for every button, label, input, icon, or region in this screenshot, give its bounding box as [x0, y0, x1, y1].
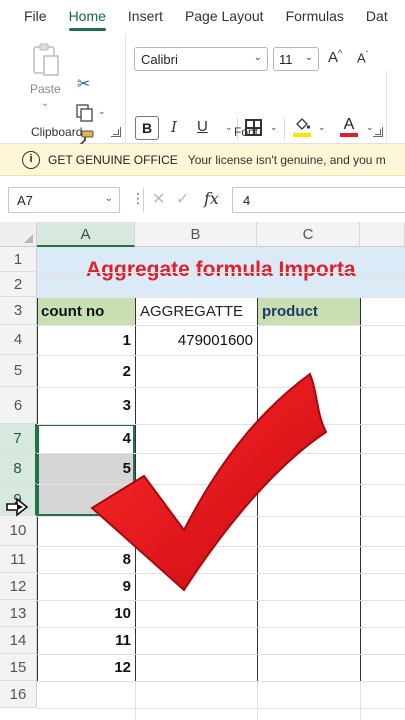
gridline — [37, 325, 405, 326]
ribbon-tabs: File Home Insert Page Layout Formulas Da… — [0, 0, 405, 34]
tab-data[interactable]: Dat — [355, 0, 399, 34]
row-header-7[interactable]: 7 — [0, 424, 37, 453]
cut-icon[interactable]: ✂ — [77, 74, 90, 94]
tab-page-layout[interactable]: Page Layout — [174, 0, 275, 34]
cell-border — [135, 627, 258, 655]
tab-file[interactable]: File — [0, 0, 58, 34]
gridline — [37, 627, 405, 628]
row-header-10[interactable]: 10 — [0, 516, 37, 546]
gridline — [37, 297, 405, 298]
gridline — [37, 355, 405, 356]
name-box[interactable]: A7 ⌄ — [8, 187, 120, 213]
gridline — [37, 600, 405, 601]
column-header-b[interactable]: B — [135, 222, 257, 247]
insert-function-icon[interactable]: fx — [204, 189, 219, 208]
row-header-1[interactable]: 1 — [0, 247, 37, 272]
formula-bar: A7 ⌄ ⋮ ✕ ✓ fx 4 — [0, 182, 405, 218]
row-header-2[interactable]: 2 — [0, 272, 37, 297]
formula-input[interactable]: 4 — [232, 187, 405, 213]
gridline — [37, 654, 405, 655]
clipboard-launcher-icon[interactable] — [111, 127, 121, 137]
cell-border — [135, 600, 258, 628]
tab-formulas[interactable]: Formulas — [275, 0, 355, 34]
gridline — [37, 708, 405, 709]
checkmark-icon — [90, 372, 328, 592]
row-header-16[interactable]: 16 — [0, 681, 37, 708]
cell-border — [257, 325, 361, 356]
font-size-value: 11 — [279, 52, 293, 67]
select-all-corner[interactable] — [0, 222, 37, 247]
gridline — [37, 681, 405, 682]
font-color-icon[interactable]: A — [340, 116, 358, 138]
font-group-label: Font — [234, 125, 259, 139]
cell-border — [257, 654, 361, 682]
font-size-select[interactable]: 11 ⌄ — [273, 47, 319, 71]
cell-border — [257, 600, 361, 628]
cell-border — [135, 297, 258, 326]
borders-dropdown-icon[interactable]: ⌄ — [270, 122, 278, 133]
name-box-value: A7 — [17, 193, 33, 208]
info-bar-message: Your license isn't genuine, and you m — [187, 152, 386, 167]
info-bar-title: GET GENUINE OFFICE — [48, 152, 178, 167]
row-header-13[interactable]: 13 — [0, 600, 37, 627]
font-launcher-icon[interactable] — [373, 127, 383, 137]
cell-border — [257, 297, 361, 326]
row-header-5[interactable]: 5 — [0, 355, 37, 387]
tab-home[interactable]: Home — [58, 0, 117, 34]
cell-border — [37, 600, 136, 628]
decrease-font-size-icon[interactable]: Aˇ — [357, 50, 368, 65]
paste-label[interactable]: Paste — [30, 82, 61, 96]
cancel-icon[interactable]: ✕ — [152, 189, 165, 209]
italic-button[interactable]: I — [171, 118, 177, 136]
paste-icon[interactable] — [32, 42, 60, 78]
row-header-3[interactable]: 3 — [0, 297, 37, 325]
cell-border — [37, 325, 136, 356]
row-header-6[interactable]: 6 — [0, 387, 37, 424]
info-icon: i — [22, 150, 40, 169]
cell-border — [37, 627, 136, 655]
underline-dropdown-icon[interactable]: ⌄ — [225, 122, 233, 133]
row-header-11[interactable]: 11 — [0, 546, 37, 573]
font-name-value: Calibri — [141, 52, 178, 67]
cell-border — [257, 627, 361, 655]
row-header-15[interactable]: 15 — [0, 654, 37, 681]
column-header-a[interactable]: A — [37, 222, 135, 247]
paste-dropdown-icon[interactable]: ⌄ — [41, 98, 49, 109]
cell-border — [135, 654, 258, 682]
column-header-c[interactable]: C — [257, 222, 360, 247]
row-header-14[interactable]: 14 — [0, 627, 37, 654]
row-select-cursor-icon — [6, 497, 29, 517]
column-header-d[interactable] — [360, 222, 405, 247]
toolbar-divider — [284, 118, 285, 140]
cell-border — [135, 325, 258, 356]
license-info-bar: i GET GENUINE OFFICE Your license isn't … — [0, 144, 405, 176]
formula-bar-divider — [143, 188, 144, 212]
bold-button[interactable]: B — [135, 116, 159, 140]
tab-insert[interactable]: Insert — [117, 0, 174, 34]
underline-button[interactable]: U — [197, 118, 208, 135]
chevron-down-icon: ⌄ — [304, 52, 313, 63]
gridline — [37, 272, 405, 273]
chevron-down-icon: ⌄ — [104, 193, 113, 204]
increase-font-size-icon[interactable]: A^ — [328, 48, 342, 66]
copy-icon[interactable] — [76, 104, 94, 122]
ribbon-home: Paste ⌄ ✂ ⌄ Clipboard Calibri ⌄ 11 ⌄ A^ … — [0, 34, 405, 146]
clipboard-group-label: Clipboard — [31, 125, 83, 139]
chevron-down-icon: ⌄ — [253, 52, 262, 63]
copy-dropdown-icon[interactable]: ⌄ — [98, 106, 106, 117]
row-header-8[interactable]: 8 — [0, 453, 37, 484]
cell-border — [37, 297, 136, 326]
cell-border — [37, 654, 136, 682]
clipboard-group: Paste ⌄ ✂ ⌄ Clipboard — [0, 34, 126, 146]
fill-color-icon[interactable] — [293, 116, 311, 138]
row-header-4[interactable]: 4 — [0, 325, 37, 355]
row-header-12[interactable]: 12 — [0, 573, 37, 600]
enter-icon[interactable]: ✓ — [176, 189, 189, 209]
ribbon-divider — [386, 70, 387, 142]
fill-color-dropdown-icon[interactable]: ⌄ — [318, 122, 326, 133]
font-name-select[interactable]: Calibri ⌄ — [134, 47, 268, 71]
sheet-title: Aggregate formula Importa — [86, 258, 356, 281]
